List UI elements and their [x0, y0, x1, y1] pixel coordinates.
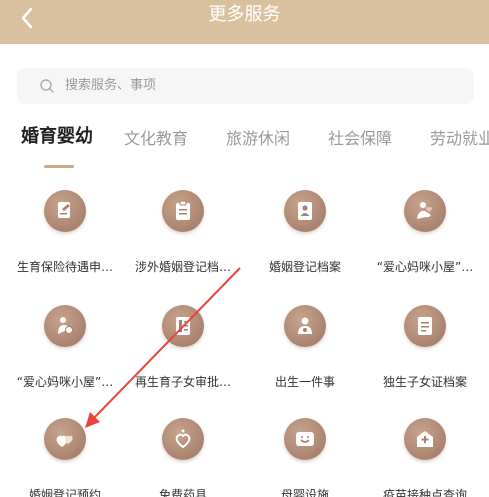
search-placeholder: 搜索服务、事项	[65, 78, 157, 93]
tab-marriage-birth[interactable]: 婚育婴幼	[21, 126, 93, 148]
category-tabs: 婚育婴幼 文化教育 旅游休闲 社会保障 劳动就业	[0, 120, 489, 170]
service-label: 免费药具	[158, 488, 207, 497]
tab-travel-leisure[interactable]: 旅游休闲	[226, 128, 290, 150]
heart-hand-icon	[404, 190, 446, 232]
mother-baby-room-icon	[284, 418, 326, 460]
service-item[interactable]: “爱心妈咪小屋”…	[365, 190, 485, 280]
mother-baby-icon	[44, 305, 86, 347]
page-title: 更多服务	[208, 4, 281, 25]
service-label: 母婴设施	[280, 488, 329, 497]
document-icon	[404, 305, 446, 347]
service-label: “爱心妈咪小屋”…	[376, 260, 474, 274]
heart-chain-icon	[162, 418, 204, 460]
service-item[interactable]: “爱心妈咪小屋”…	[5, 305, 125, 395]
document-pen-icon	[44, 190, 86, 232]
service-label: 疫苗接种点查询	[382, 488, 467, 497]
service-item[interactable]: 涉外婚姻登记档…	[123, 190, 243, 280]
service-item[interactable]: 母婴设施	[245, 418, 365, 497]
book-icon	[162, 305, 204, 347]
service-item[interactable]: 生育保险待遇申…	[5, 190, 125, 280]
service-label: “爱心妈咪小屋”…	[16, 375, 114, 389]
service-item[interactable]: 婚姻登记预约	[5, 418, 125, 497]
service-label: 婚姻登记预约	[28, 488, 101, 497]
service-label: 婚姻登记档案	[268, 260, 341, 274]
header-bar: 更多服务	[0, 0, 489, 44]
service-label: 生育保险待遇申…	[16, 260, 113, 274]
service-item[interactable]: 婚姻登记档案	[245, 190, 365, 280]
hearts-icon	[44, 418, 86, 460]
service-item[interactable]: 免费药具	[123, 418, 243, 497]
service-label: 再生育子女审批…	[134, 375, 231, 389]
hospital-icon	[404, 418, 446, 460]
tab-social-security[interactable]: 社会保障	[328, 128, 392, 150]
search-icon	[39, 78, 55, 94]
service-item[interactable]: 出生一件事	[245, 305, 365, 395]
tab-labor-employment[interactable]: 劳动就业	[430, 128, 489, 150]
service-label: 涉外婚姻登记档…	[134, 260, 231, 274]
tab-culture-education[interactable]: 文化教育	[124, 128, 188, 150]
search-input[interactable]: 搜索服务、事项	[17, 68, 474, 104]
baby-icon	[284, 305, 326, 347]
person-card-icon	[284, 190, 326, 232]
service-item[interactable]: 独生子女证档案	[365, 305, 485, 395]
service-item[interactable]: 再生育子女审批…	[123, 305, 243, 395]
tab-indicator	[44, 165, 74, 168]
clipboard-icon	[162, 190, 204, 232]
service-label: 独生子女证档案	[382, 375, 467, 389]
service-item[interactable]: 疫苗接种点查询	[365, 418, 485, 497]
service-grid: 生育保险待遇申… 涉外婚姻登记档… 婚姻登记档案 “爱心妈咪小屋”… “爱心妈咪…	[0, 180, 489, 497]
service-label: 出生一件事	[274, 375, 335, 389]
